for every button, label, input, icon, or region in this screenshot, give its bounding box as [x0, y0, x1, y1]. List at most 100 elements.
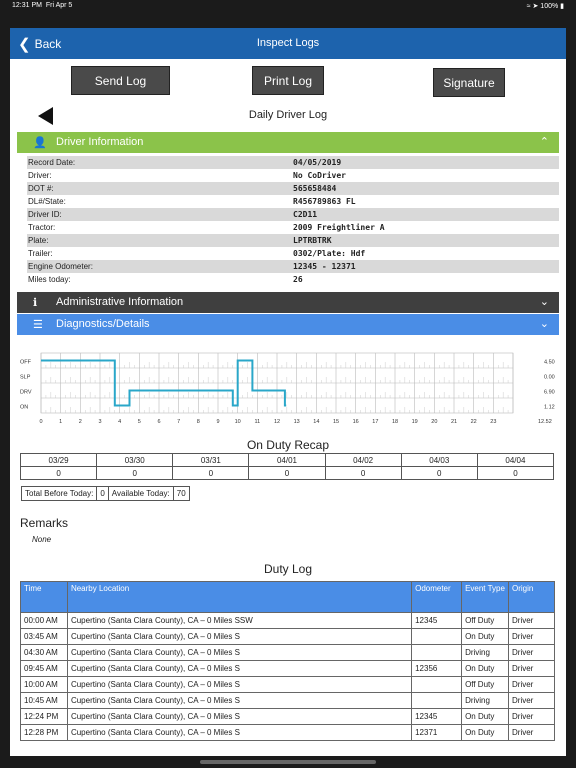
duty-log-cell: 10:00 AM [20, 676, 68, 693]
chevron-down-icon: ⌄ [539, 296, 549, 308]
duty-log-row[interactable]: 09:45 AM Cupertino (Santa Clara County), … [20, 660, 555, 677]
driver-info-row: DOT #: 565658484 [27, 182, 559, 195]
chart-x-tick-label: 0 [39, 419, 42, 425]
chart-x-tick-label: 19 [412, 419, 418, 425]
send-log-button[interactable]: Send Log [71, 66, 170, 95]
recap-day: 04/01 [248, 453, 326, 467]
duty-log-cell: On Duty [461, 724, 510, 741]
driver-info-row: Record Date: 04/05/2019 [27, 156, 559, 169]
duty-log-header[interactable]: Nearby Location [66, 581, 413, 613]
recap-value: 0 [19, 466, 98, 480]
nav-bar: ❮ Back Inspect Logs [10, 28, 566, 59]
duty-log-cell: Driver [508, 708, 555, 725]
driver-info-label: Trailer: [28, 249, 53, 258]
signature-button[interactable]: Signature [433, 68, 505, 97]
duty-log-cell [411, 692, 463, 709]
duty-log-row[interactable]: 10:00 AM Cupertino (Santa Clara County), … [20, 676, 555, 693]
duty-log-row[interactable]: 12:24 PM Cupertino (Santa Clara County), … [20, 708, 555, 725]
list-icon: ☰ [33, 319, 43, 331]
recap-value: 0 [324, 466, 402, 480]
duty-log-cell: Driver [508, 660, 555, 677]
duty-log-cell: 00:00 AM [20, 612, 68, 629]
person-icon: 👤 [33, 137, 47, 149]
status-right: ≈ ➤ 100% ▮ [526, 3, 564, 10]
duty-status-graph: OFF SLP DRV ON 4.50 0.00 6.90 1.12 12.52 0 1 2 3 4 5 6 7… [10, 347, 566, 427]
duty-log-cell: Driver [508, 612, 555, 629]
driver-info-value: 26 [293, 275, 303, 284]
status-time: 12:31 PM Fri Apr 5 [12, 2, 73, 9]
chart-x-tick-label: 6 [157, 419, 160, 425]
recap-day: 03/29 [19, 453, 98, 467]
driver-info-table: Record Date: 04/05/2019 Driver: No CoDriver… [27, 156, 559, 286]
chart-x-tick-label: 14 [313, 419, 319, 425]
driver-information-label: Driver Information [56, 136, 144, 148]
duty-log-header[interactable]: Time [20, 581, 68, 613]
chevron-up-icon: ⌃ [539, 136, 549, 148]
driver-info-value: R456789863 FL [293, 197, 356, 206]
chart-x-tick-label: 7 [177, 419, 180, 425]
driver-info-label: Driver ID: [28, 210, 62, 219]
duty-log-cell: Cupertino (Santa Clara County), CA – 0 M… [66, 724, 413, 741]
driver-info-value: 0302/Plate: Hdf [293, 249, 366, 258]
chart-x-tick-label: 20 [431, 419, 437, 425]
duty-log-header[interactable]: Event Type [461, 581, 510, 613]
recap-day: 03/31 [172, 453, 250, 467]
driver-info-value: LPTRBTRK [293, 236, 332, 245]
total-before-label: Total Before Today: [21, 486, 98, 501]
duty-log-cell [411, 676, 463, 693]
driver-info-value: 565658484 [293, 184, 337, 193]
duty-log-row[interactable]: 04:30 AM Cupertino (Santa Clara County), … [20, 644, 555, 661]
duty-log-row[interactable]: 00:00 AM Cupertino (Santa Clara County), … [20, 612, 555, 629]
chart-row-label: OFF [20, 360, 32, 366]
chart-x-tick-label: 12 [274, 419, 280, 425]
driver-info-row: Trailer: 0302/Plate: Hdf [27, 247, 559, 260]
chart-x-tick-label: 5 [138, 419, 141, 425]
content-panel: Send Log Print Log Signature Daily Drive… [10, 59, 566, 756]
driver-info-label: Plate: [28, 236, 49, 245]
on-duty-recap-title: On Duty Recap [246, 438, 330, 452]
duty-log-header[interactable]: Odometer [411, 581, 463, 613]
duty-log-cell: On Duty [461, 628, 510, 645]
chart-x-tick-label: 16 [353, 419, 359, 425]
duty-log-cell: Driver [508, 724, 555, 741]
recap-totals: Total Before Today: 0 Available Today: 70 [21, 486, 190, 501]
duty-log-header[interactable]: Origin [508, 581, 555, 613]
driver-info-label: Miles today: [28, 275, 71, 284]
recap-day: 04/04 [476, 453, 555, 467]
chart-total-sum: 12.52 [538, 419, 552, 425]
duty-log-cell: Driver [508, 692, 555, 709]
duty-log-row[interactable]: 03:45 AM Cupertino (Santa Clara County), … [20, 628, 555, 645]
administrative-information-label: Administrative Information [56, 296, 184, 308]
print-log-button[interactable]: Print Log [252, 66, 324, 95]
duty-log-cell: Off Duty [461, 612, 510, 629]
duty-log-cell: Cupertino (Santa Clara County), CA – 0 M… [66, 676, 413, 693]
chart-x-tick-label: 2 [79, 419, 82, 425]
duty-log-row[interactable]: 10:45 AM Cupertino (Santa Clara County), … [20, 692, 555, 709]
driver-info-value: 2009 Freightliner A [293, 223, 385, 232]
duty-log-cell: Cupertino (Santa Clara County), CA – 0 M… [66, 708, 413, 725]
duty-log-cell: 12345 [411, 612, 463, 629]
duty-log-cell [411, 644, 463, 661]
chart-row-total: 4.50 [544, 360, 555, 366]
available-today-label: Available Today: [107, 486, 174, 501]
remarks-title: Remarks [20, 516, 69, 530]
chart-x-tick-label: 10 [235, 419, 241, 425]
driver-info-label: Engine Odometer: [28, 262, 93, 271]
info-icon: ℹ [33, 297, 38, 309]
administrative-information-header[interactable]: ℹ Administrative Information ⌄ [17, 292, 559, 313]
duty-log-cell: 09:45 AM [20, 660, 68, 677]
chart-row-label: ON [20, 405, 28, 411]
chart-x-tick-label: 21 [451, 419, 457, 425]
driver-info-label: DL#/State: [28, 197, 66, 206]
driver-information-header[interactable]: 👤 Driver Information ⌃ [17, 132, 559, 153]
chart-x-tick-label: 8 [197, 419, 200, 425]
chart-x-tick-label: 1 [59, 419, 62, 425]
duty-log-row[interactable]: 12:28 PM Cupertino (Santa Clara County), … [20, 724, 555, 741]
duty-log-cell: 12:24 PM [20, 708, 68, 725]
chart-x-tick-label: 11 [254, 419, 260, 425]
diagnostics-details-header[interactable]: ☰ Diagnostics/Details ⌄ [17, 314, 559, 335]
home-indicator[interactable] [200, 760, 376, 764]
duty-log-cell: Cupertino (Santa Clara County), CA – 0 M… [66, 692, 413, 709]
duty-log-cell: On Duty [461, 660, 510, 677]
driver-info-row: Tractor: 2009 Freightliner A [27, 221, 559, 234]
